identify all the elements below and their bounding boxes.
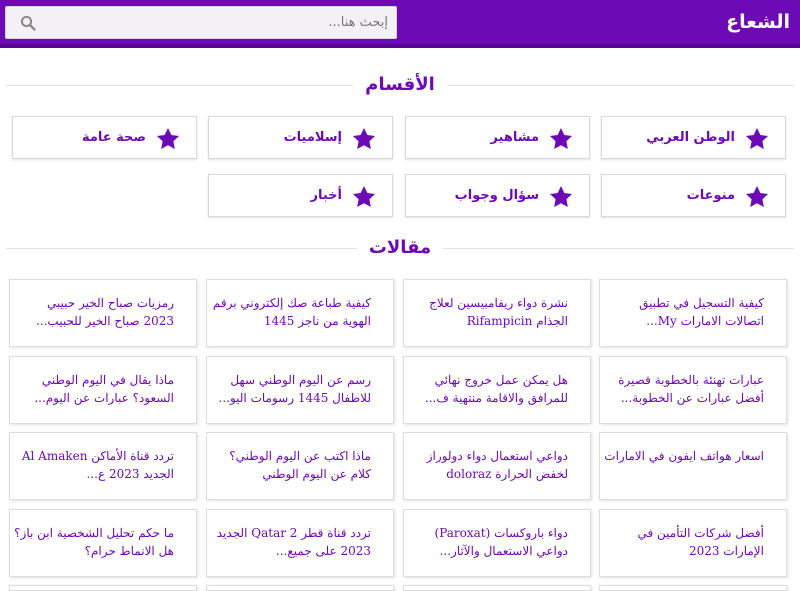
article-title[interactable]: رمزيات صباح الخير حبيبي 2023 صباح الخير … bbox=[14, 294, 174, 330]
category-label: أخبار bbox=[310, 188, 343, 203]
article-title[interactable]: اسعار هواتف ايفون في الامارات bbox=[604, 447, 764, 465]
category-button[interactable]: إسلاميات bbox=[208, 116, 393, 159]
star-icon bbox=[549, 127, 573, 149]
article-title[interactable]: هل يمكن عمل خروج نهائي للمرافق والاقامة … bbox=[408, 371, 568, 407]
article-card[interactable]: كيفية التسجيل في تطبيق اتصالات الامارات … bbox=[599, 279, 787, 347]
article-title[interactable]: ماذا اكتب عن اليوم الوطني؟ كلام عن اليوم… bbox=[211, 447, 371, 483]
article-card[interactable]: هل يمكن عمل خروج نهائي للمرافق والاقامة … bbox=[403, 356, 591, 424]
article-card[interactable]: دواء باروكسات (Paroxat) دواعي الاستعمال … bbox=[403, 509, 591, 577]
article-title[interactable]: تردد قناة الأماكن Al Amaken الجديد 2023 … bbox=[14, 447, 174, 483]
categories-heading: الأقسام bbox=[0, 71, 800, 101]
article-card[interactable]: رمزيات صباح الخير حبيبي 2023 صباح الخير … bbox=[9, 279, 197, 347]
category-label: إسلاميات bbox=[283, 130, 342, 145]
article-title[interactable]: كيفية التسجيل في تطبيق اتصالات الامارات … bbox=[604, 294, 764, 330]
article-title[interactable]: عبارات تهنئة بالخطوبة قصيرة أفضل عبارات … bbox=[604, 371, 764, 407]
star-icon bbox=[745, 127, 769, 149]
category-label: سؤال وجواب bbox=[454, 188, 539, 203]
star-icon bbox=[156, 127, 180, 149]
category-label: الوطن العربي bbox=[646, 130, 735, 145]
article-card-partial[interactable] bbox=[599, 585, 787, 591]
article-card[interactable]: رسم عن اليوم الوطني سهل للاطفال 1445 رسو… bbox=[206, 356, 394, 424]
article-card[interactable]: نشرة دواء ريفامبيسين لعلاج الجذام Rifamp… bbox=[403, 279, 591, 347]
article-title[interactable]: دواء باروكسات (Paroxat) دواعي الاستعمال … bbox=[408, 524, 568, 560]
article-card[interactable]: دواعي استعمال دواء دولوراز لخفض الحرارة … bbox=[403, 432, 591, 500]
search-box[interactable] bbox=[5, 6, 397, 39]
category-label: منوعات bbox=[686, 188, 735, 203]
article-card-partial[interactable] bbox=[403, 585, 591, 591]
star-icon bbox=[549, 185, 573, 207]
article-title[interactable]: تردد قناة قطر Qatar 2 الجديد 2023 على جم… bbox=[211, 524, 371, 560]
article-card-partial[interactable] bbox=[206, 585, 394, 591]
top-bar: الشعاع bbox=[0, 0, 800, 44]
article-card[interactable]: تردد قناة قطر Qatar 2 الجديد 2023 على جم… bbox=[206, 509, 394, 577]
category-button[interactable]: صحة عامة bbox=[12, 116, 197, 159]
articles-title: مقالات bbox=[356, 234, 444, 262]
search-input[interactable] bbox=[48, 7, 388, 38]
categories-title: الأقسام bbox=[353, 71, 447, 99]
category-label: مشاهير bbox=[490, 130, 539, 145]
site-title[interactable]: الشعاع bbox=[726, 8, 790, 36]
search-icon[interactable] bbox=[20, 15, 36, 31]
star-icon bbox=[745, 185, 769, 207]
article-title[interactable]: كيفية طباعة صك إلكتروني برقم الهوية من ن… bbox=[211, 294, 371, 330]
category-button[interactable]: أخبار bbox=[208, 174, 393, 217]
article-title[interactable]: رسم عن اليوم الوطني سهل للاطفال 1445 رسو… bbox=[211, 371, 372, 407]
article-card[interactable]: ماذا اكتب عن اليوم الوطني؟ كلام عن اليوم… bbox=[206, 432, 394, 500]
article-title[interactable]: دواعي استعمال دواء دولوراز لخفض الحرارة … bbox=[408, 447, 568, 483]
article-card[interactable]: كيفية طباعة صك إلكتروني برقم الهوية من ن… bbox=[206, 279, 394, 347]
category-button[interactable]: الوطن العربي bbox=[601, 116, 786, 159]
star-icon bbox=[352, 185, 376, 207]
article-card[interactable]: تردد قناة الأماكن Al Amaken الجديد 2023 … bbox=[9, 432, 197, 500]
article-title[interactable]: أفضل شركات التأمين في الإمارات 2023 bbox=[604, 524, 764, 560]
article-card[interactable]: اسعار هواتف ايفون في الامارات bbox=[599, 432, 787, 500]
article-title[interactable]: ما حكم تحليل الشخصية ابن باز؟ هل الانماط… bbox=[14, 524, 174, 560]
articles-heading: مقالات bbox=[0, 234, 800, 264]
category-button[interactable]: منوعات bbox=[601, 174, 786, 217]
article-title[interactable]: ماذا يقال في اليوم الوطني السعود؟ عبارات… bbox=[14, 371, 174, 407]
article-card[interactable]: عبارات تهنئة بالخطوبة قصيرة أفضل عبارات … bbox=[599, 356, 787, 424]
category-button[interactable]: سؤال وجواب bbox=[405, 174, 590, 217]
star-icon bbox=[352, 127, 376, 149]
category-button[interactable]: مشاهير bbox=[405, 116, 590, 159]
article-card[interactable]: ماذا يقال في اليوم الوطني السعود؟ عبارات… bbox=[9, 356, 197, 424]
category-label: صحة عامة bbox=[81, 130, 146, 145]
article-card[interactable]: ما حكم تحليل الشخصية ابن باز؟ هل الانماط… bbox=[9, 509, 197, 577]
article-card-partial[interactable] bbox=[9, 585, 197, 591]
top-bar-border bbox=[0, 44, 800, 48]
article-card[interactable]: أفضل شركات التأمين في الإمارات 2023 bbox=[599, 509, 787, 577]
article-title[interactable]: نشرة دواء ريفامبيسين لعلاج الجذام Rifamp… bbox=[408, 294, 568, 330]
